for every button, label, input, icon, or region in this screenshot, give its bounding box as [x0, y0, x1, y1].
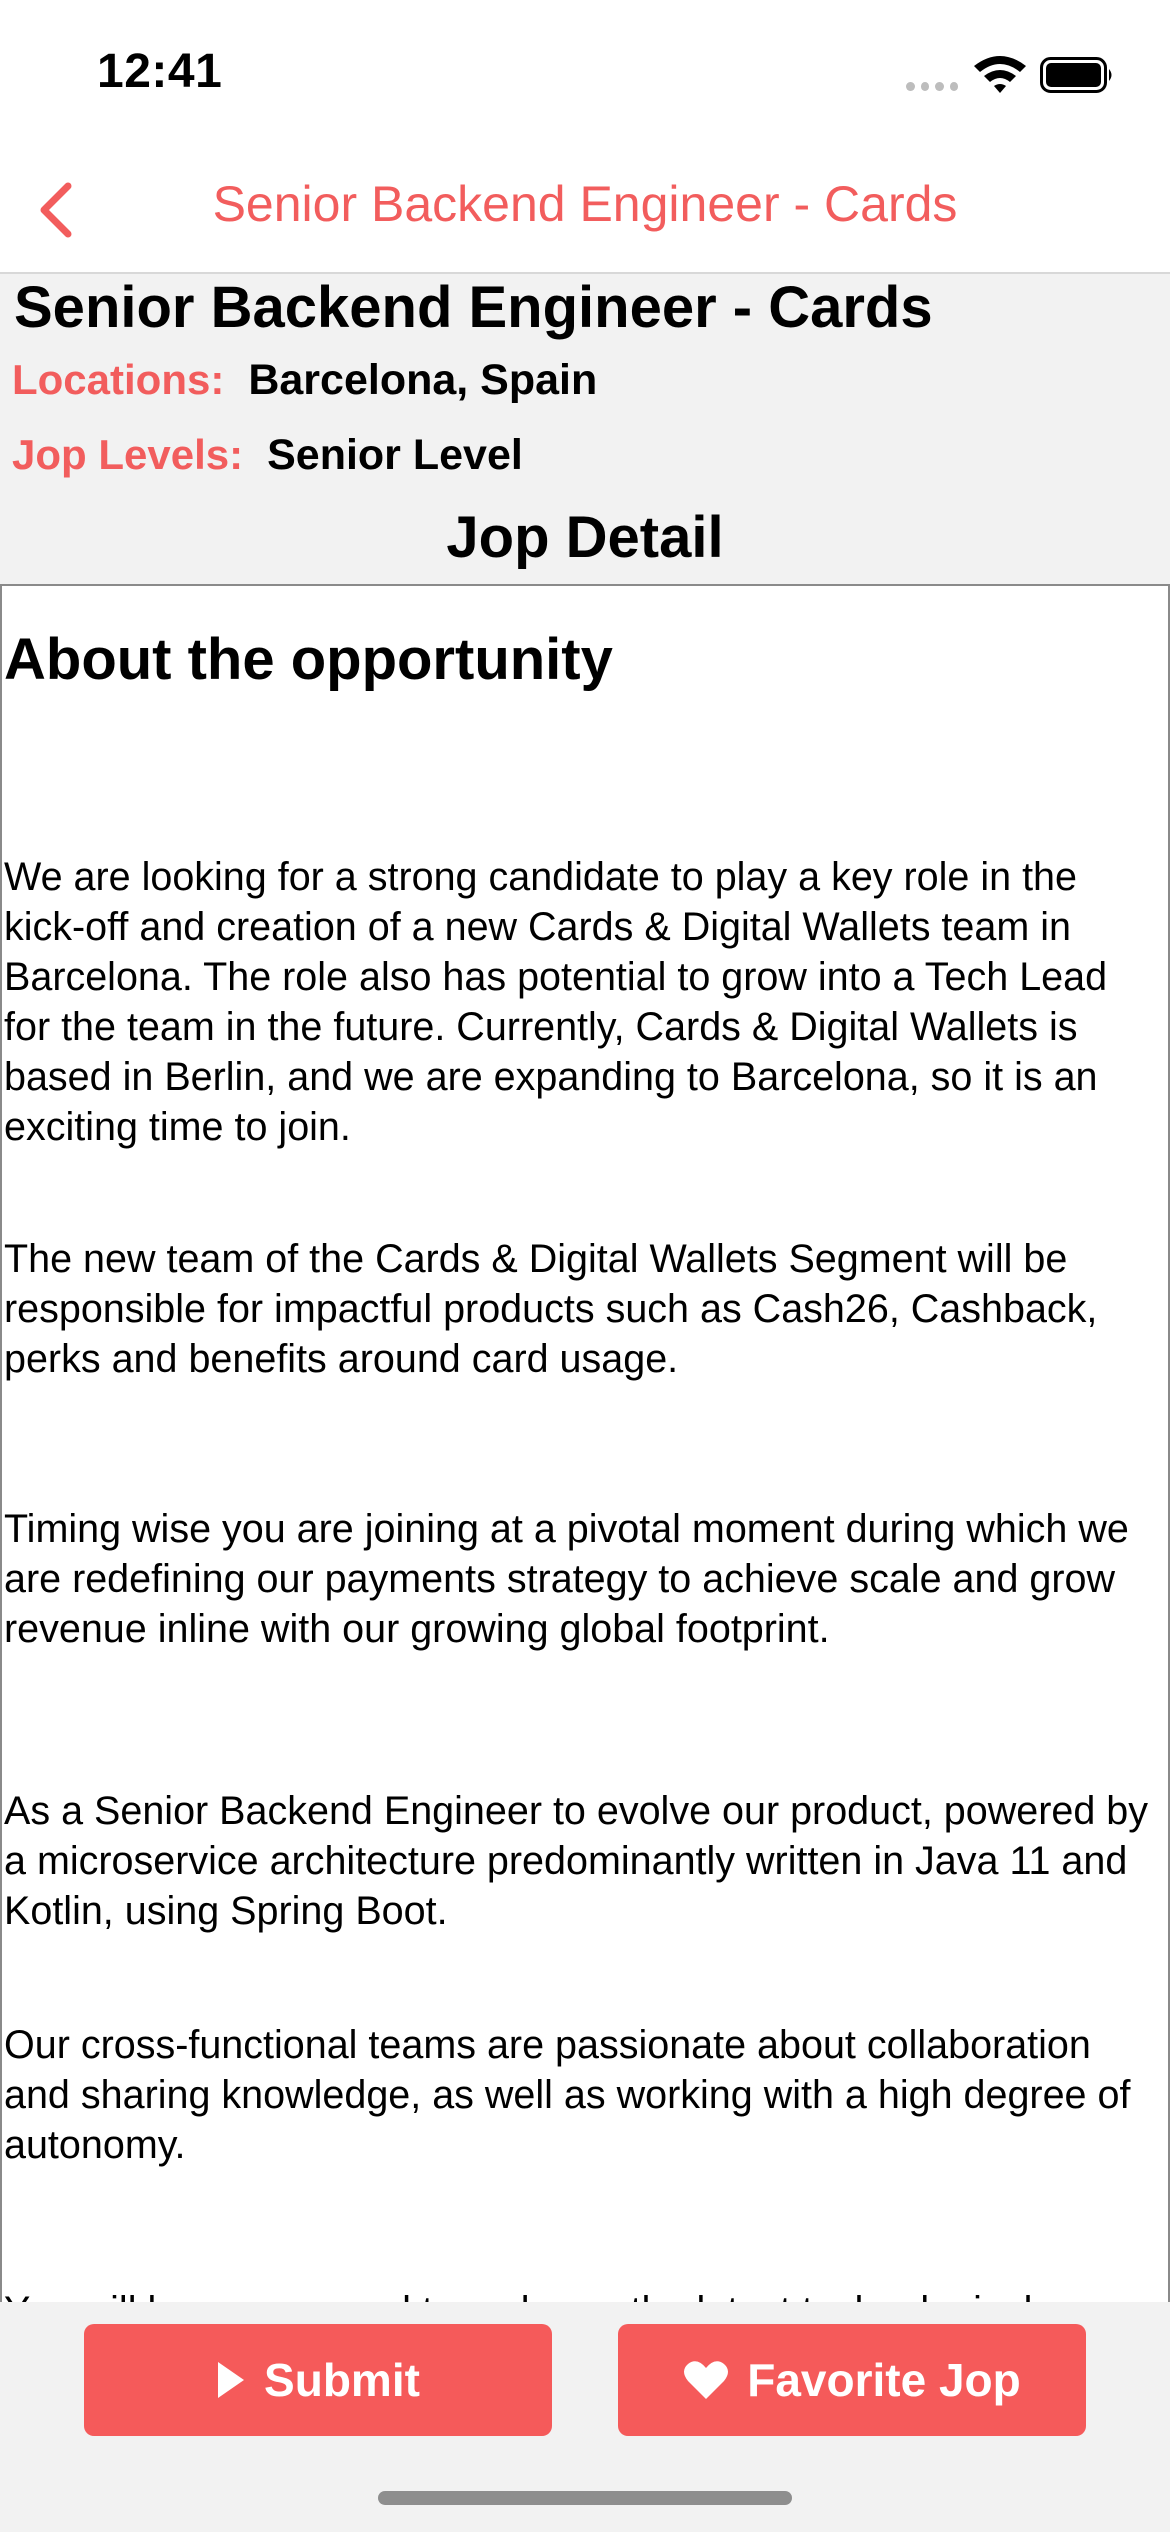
- locations-value: Barcelona, Spain: [248, 356, 598, 404]
- about-heading: About the opportunity: [4, 627, 613, 692]
- cellular-signal-icon: [906, 80, 958, 92]
- wifi-icon: [974, 56, 1026, 93]
- heart-icon: [684, 2361, 729, 2399]
- submit-button[interactable]: Submit: [84, 2324, 552, 2436]
- locations-row: Locations: Barcelona, Spain: [12, 356, 597, 405]
- job-levels-value: Senior Level: [267, 431, 523, 479]
- job-header: Senior Backend Engineer - Cards Location…: [0, 274, 1170, 584]
- status-time: 12:41: [97, 45, 223, 98]
- chevron-left-icon: [40, 182, 72, 238]
- submit-label: Submit: [264, 2354, 420, 2406]
- description-paragraph: The new team of the Cards & Digital Wall…: [4, 1237, 1098, 1381]
- job-description-scrollview[interactable]: About the opportunity We are looking for…: [0, 584, 1170, 2304]
- battery-icon: [1040, 57, 1112, 93]
- favorite-job-button[interactable]: Favorite Jop: [618, 2324, 1086, 2436]
- job-levels-label: Jop Levels:: [12, 431, 244, 478]
- description-paragraph: Timing wise you are joining at a pivotal…: [4, 1507, 1129, 1651]
- description-paragraph: Our cross-functional teams are passionat…: [4, 2023, 1131, 2167]
- back-button[interactable]: [18, 172, 94, 248]
- job-levels-row: Jop Levels: Senior Level: [12, 431, 523, 480]
- nav-title: Senior Backend Engineer - Cards: [212, 176, 958, 232]
- status-bar: 12:41: [0, 0, 1170, 150]
- locations-label: Locations:: [12, 356, 225, 403]
- play-icon: [218, 2362, 245, 2398]
- home-indicator[interactable]: [378, 2491, 792, 2505]
- navigation-bar: Senior Backend Engineer - Cards: [0, 150, 1170, 274]
- favorite-label: Favorite Jop: [747, 2354, 1021, 2406]
- description-paragraph: We are looking for a strong candidate to…: [4, 855, 1108, 1149]
- description-paragraph: As a Senior Backend Engineer to evolve o…: [4, 1789, 1148, 1933]
- job-detail-title: Jop Detail: [446, 505, 724, 570]
- job-title: Senior Backend Engineer - Cards: [14, 275, 933, 340]
